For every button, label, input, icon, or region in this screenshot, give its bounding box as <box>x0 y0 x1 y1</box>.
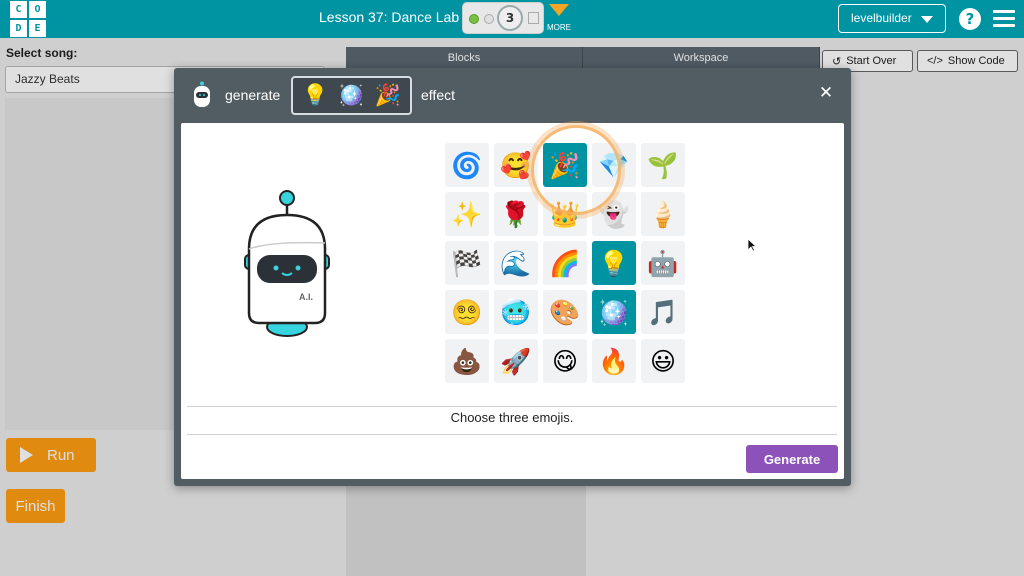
dialog-body: A.I. 🌀 🥰 🎉 💎 🌱 ✨ 🌹 👑 👻 🍦 🏁 🌊 🌈 💡 🤖 😵‍💫 🥶 🎨 🪩 🎵 💩 🚀 😋 🔥 😃 Choose … <box>181 123 844 479</box>
divider <box>187 434 837 435</box>
emoji-option[interactable]: 🎉 <box>543 143 587 187</box>
emoji-grid: 🌀 🥰 🎉 💎 🌱 ✨ 🌹 👑 👻 🍦 🏁 🌊 🌈 💡 🤖 😵‍💫 🥶 🎨 🪩 🎵 💩 🚀 😋 🔥 😃 <box>445 143 685 383</box>
emoji-option[interactable]: ✨ <box>445 192 489 236</box>
top-header: C O D E Lesson 37: Dance Lab 3 MORE leve… <box>0 0 1024 38</box>
close-icon[interactable]: ✕ <box>818 84 834 102</box>
emoji-option[interactable]: 💡 <box>592 241 636 285</box>
more-label: MORE <box>547 23 571 32</box>
generate-label: generate <box>225 87 281 103</box>
emoji-option[interactable]: 💩 <box>445 339 489 383</box>
user-menu-button[interactable]: levelbuilder <box>838 4 946 33</box>
flag-icon[interactable] <box>528 12 539 24</box>
emoji-option[interactable]: 🏁 <box>445 241 489 285</box>
emoji-option[interactable]: 🌊 <box>494 241 538 285</box>
emoji-option[interactable]: 🎨 <box>543 290 587 334</box>
emoji-option[interactable]: 🌱 <box>641 143 685 187</box>
emoji-option[interactable]: 🥶 <box>494 290 538 334</box>
code-logo[interactable]: C O D E <box>10 1 46 37</box>
ai-robot-illustration <box>244 190 330 337</box>
logo-letter: C <box>10 1 27 18</box>
current-level-bubble[interactable]: 3 <box>497 5 523 31</box>
selected-emoji-slot[interactable]: 🎉 <box>375 85 401 106</box>
progress-dot-complete[interactable] <box>469 14 479 24</box>
generate-button[interactable]: Generate <box>746 445 838 473</box>
emoji-option[interactable]: 🌀 <box>445 143 489 187</box>
emoji-option[interactable]: 🔥 <box>592 339 636 383</box>
logo-letter: D <box>10 20 27 37</box>
more-button[interactable]: MORE <box>546 4 572 36</box>
hamburger-menu-icon[interactable] <box>993 10 1015 27</box>
effect-label: effect <box>421 87 455 103</box>
mouse-cursor-icon <box>747 238 757 252</box>
emoji-option[interactable]: 😵‍💫 <box>445 290 489 334</box>
emoji-option[interactable]: 🎵 <box>641 290 685 334</box>
instruction-text: Choose three emojis. <box>450 410 574 425</box>
emoji-option[interactable]: 🍦 <box>641 192 685 236</box>
emoji-option[interactable]: 👻 <box>592 192 636 236</box>
chevron-down-icon <box>549 4 569 16</box>
progress-dot[interactable] <box>484 14 494 24</box>
selected-emoji-slots[interactable]: 💡 🪩 🎉 <box>291 76 412 115</box>
user-name: levelbuilder <box>851 11 912 25</box>
ai-effect-dialog: generate 💡 🪩 🎉 effect ✕ A.I. 🌀 🥰 🎉 💎 🌱 ✨ 🌹 👑 👻 🍦 🏁… <box>174 68 851 486</box>
selected-emoji-slot[interactable]: 🪩 <box>338 85 364 106</box>
emoji-option[interactable]: 😋 <box>543 339 587 383</box>
emoji-option[interactable]: 😃 <box>641 339 685 383</box>
help-icon[interactable]: ? <box>959 8 981 30</box>
emoji-option[interactable]: 🚀 <box>494 339 538 383</box>
emoji-option[interactable]: 🥰 <box>494 143 538 187</box>
emoji-option[interactable]: 💎 <box>592 143 636 187</box>
logo-letter: O <box>29 1 46 18</box>
lesson-title[interactable]: Lesson 37: Dance Lab <box>319 9 459 25</box>
robot-badge: A.I. <box>299 292 314 302</box>
emoji-option[interactable]: 🌹 <box>494 192 538 236</box>
level-progress: 3 <box>462 2 544 34</box>
emoji-option[interactable]: 👑 <box>543 192 587 236</box>
caret-down-icon <box>921 16 933 23</box>
divider <box>187 406 837 407</box>
logo-letter: E <box>29 20 46 37</box>
emoji-option[interactable]: 🪩 <box>592 290 636 334</box>
robot-icon <box>194 81 210 107</box>
emoji-option[interactable]: 🤖 <box>641 241 685 285</box>
selected-emoji-slot[interactable]: 💡 <box>302 85 328 106</box>
emoji-option[interactable]: 🌈 <box>543 241 587 285</box>
